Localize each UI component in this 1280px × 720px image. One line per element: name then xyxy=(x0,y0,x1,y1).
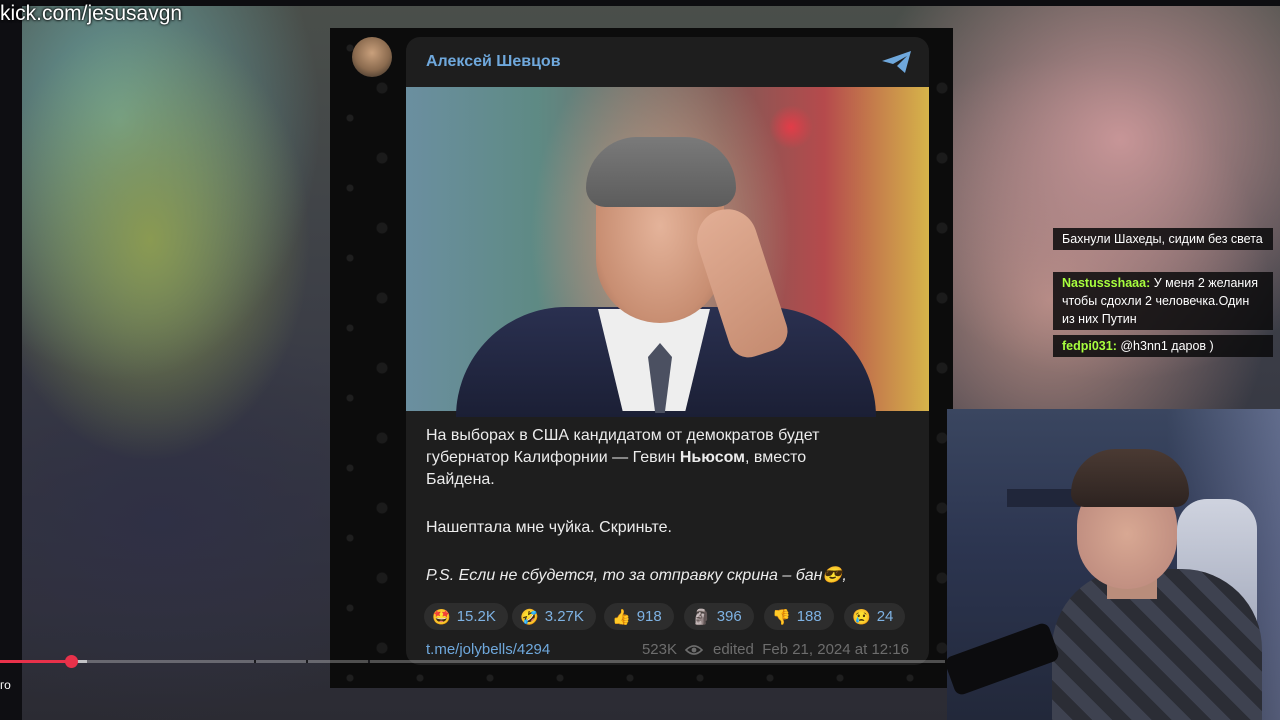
top-bar xyxy=(0,0,1280,6)
eye-icon xyxy=(684,644,703,655)
reaction-moai[interactable]: 🗿 396 xyxy=(684,603,754,630)
reaction-star-struck[interactable]: 🤩 15.2K xyxy=(424,603,508,630)
chat-username[interactable]: Nastussshaaa: xyxy=(1062,276,1150,290)
streamer-hair xyxy=(1071,449,1189,507)
reaction-count: 396 xyxy=(716,608,742,625)
star-struck-icon: 🤩 xyxy=(432,608,451,626)
reaction-count: 24 xyxy=(876,608,894,625)
reaction-count: 918 xyxy=(636,608,662,625)
chat-text: Бахнули Шахеды, сидим без света xyxy=(1062,232,1263,246)
reaction-thumbs-down[interactable]: 👎 188 xyxy=(764,603,834,630)
video-scrubber-handle[interactable] xyxy=(65,655,78,668)
microphone xyxy=(947,621,1061,697)
post-postscript: P.S. Если не сбудется, то за отправку ск… xyxy=(426,567,847,584)
chapter-marker xyxy=(254,660,256,663)
reaction-thumbs-up[interactable]: 👍 918 xyxy=(604,603,674,630)
thumbs-up-icon: 👍 xyxy=(612,608,631,626)
post-meta: 523K edited Feb 21, 2024 at 12:16 xyxy=(642,641,909,658)
chapter-marker xyxy=(368,660,370,663)
post-line-3: Байдена. xyxy=(426,471,495,488)
streamer-body xyxy=(1052,569,1262,720)
video-progress-fill xyxy=(0,660,71,663)
view-count: 523K xyxy=(641,641,677,658)
post-line-2a: губернатор Калифорнии — Гевин xyxy=(426,449,680,466)
post-line-2-bold: Ньюсом xyxy=(679,449,745,466)
chat-message: fedpi031: @h3nn1 даров ) xyxy=(1053,335,1273,357)
reaction-crying[interactable]: 😢 24 xyxy=(844,603,906,630)
post-paragraph-1: На выборах в США кандидатом от демократо… xyxy=(426,425,906,491)
reaction-rofl[interactable]: 🤣 3.27K xyxy=(512,603,596,630)
crying-face-icon: 😢 xyxy=(852,608,871,626)
reaction-count: 15.2K xyxy=(456,608,496,625)
post-line-1: На выборах в США кандидатом от демократо… xyxy=(426,427,820,444)
rofl-icon: 🤣 xyxy=(520,608,539,626)
reaction-count: 188 xyxy=(796,608,822,625)
photo-hair xyxy=(586,137,736,207)
post-line-2c: , вместо xyxy=(744,449,807,466)
post-photo[interactable] xyxy=(406,87,929,417)
reaction-count: 3.27K xyxy=(544,608,584,625)
video-progress-track[interactable] xyxy=(0,660,945,663)
chat-text: @h3nn1 даров ) xyxy=(1116,339,1214,353)
telegram-post: Алексей Шевцов На выборах в США кандидат… xyxy=(406,37,929,665)
post-link[interactable]: t.me/jolybells/4294 xyxy=(426,641,550,658)
post-author[interactable]: Алексей Шевцов xyxy=(426,53,561,71)
edited-label: edited xyxy=(712,641,754,658)
post-text: На выборах в США кандидатом от демократо… xyxy=(426,425,906,613)
author-avatar[interactable] xyxy=(352,37,392,77)
thumbs-down-icon: 👎 xyxy=(772,608,791,626)
post-timestamp: Feb 21, 2024 at 12:16 xyxy=(762,641,909,658)
chapter-marker xyxy=(306,660,308,663)
telegram-send-icon[interactable] xyxy=(880,49,914,75)
moai-icon: 🗿 xyxy=(692,608,711,626)
chat-message: Nastussshaaa: У меня 2 желания чтобы сдо… xyxy=(1053,272,1273,330)
chat-username[interactable]: fedpi031: xyxy=(1062,339,1117,353)
player-label: го xyxy=(0,678,11,692)
streamer-webcam xyxy=(947,409,1280,720)
left-edge-bar xyxy=(0,0,22,720)
chat-message: Бахнули Шахеды, сидим без света xyxy=(1053,228,1273,250)
post-paragraph-2: Нашептала мне чуйка. Скриньте. xyxy=(426,519,672,536)
stream-watermark: kick.com/jesusavgn xyxy=(0,2,183,25)
